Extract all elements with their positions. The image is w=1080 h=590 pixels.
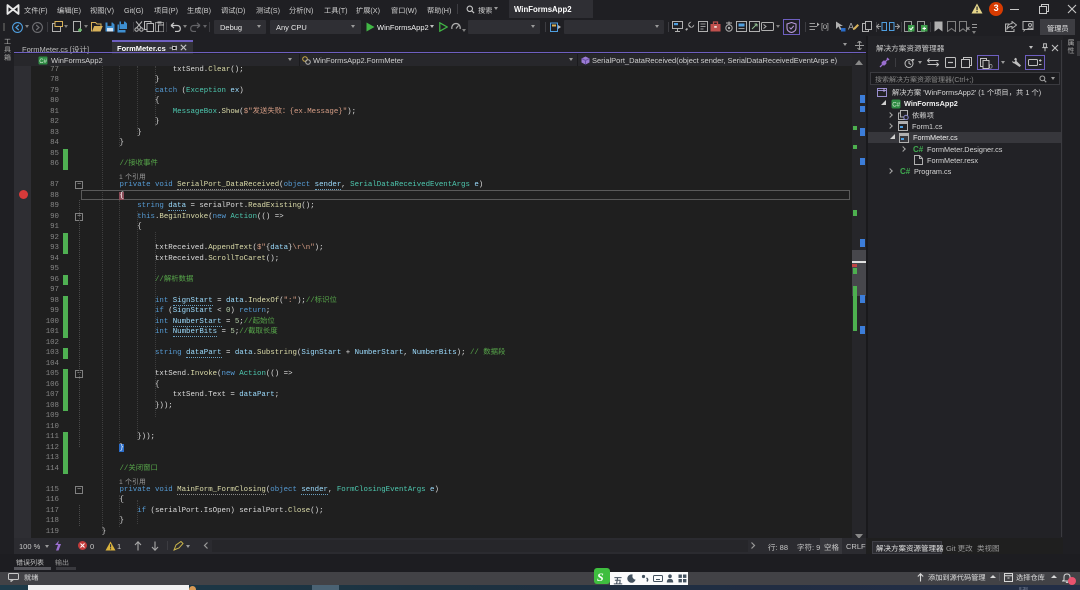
svg-text:C#: C# [892,101,900,108]
svg-text:0: 0 [989,63,993,69]
svg-text:A: A [848,22,854,32]
svg-text:C#: C# [39,58,47,64]
